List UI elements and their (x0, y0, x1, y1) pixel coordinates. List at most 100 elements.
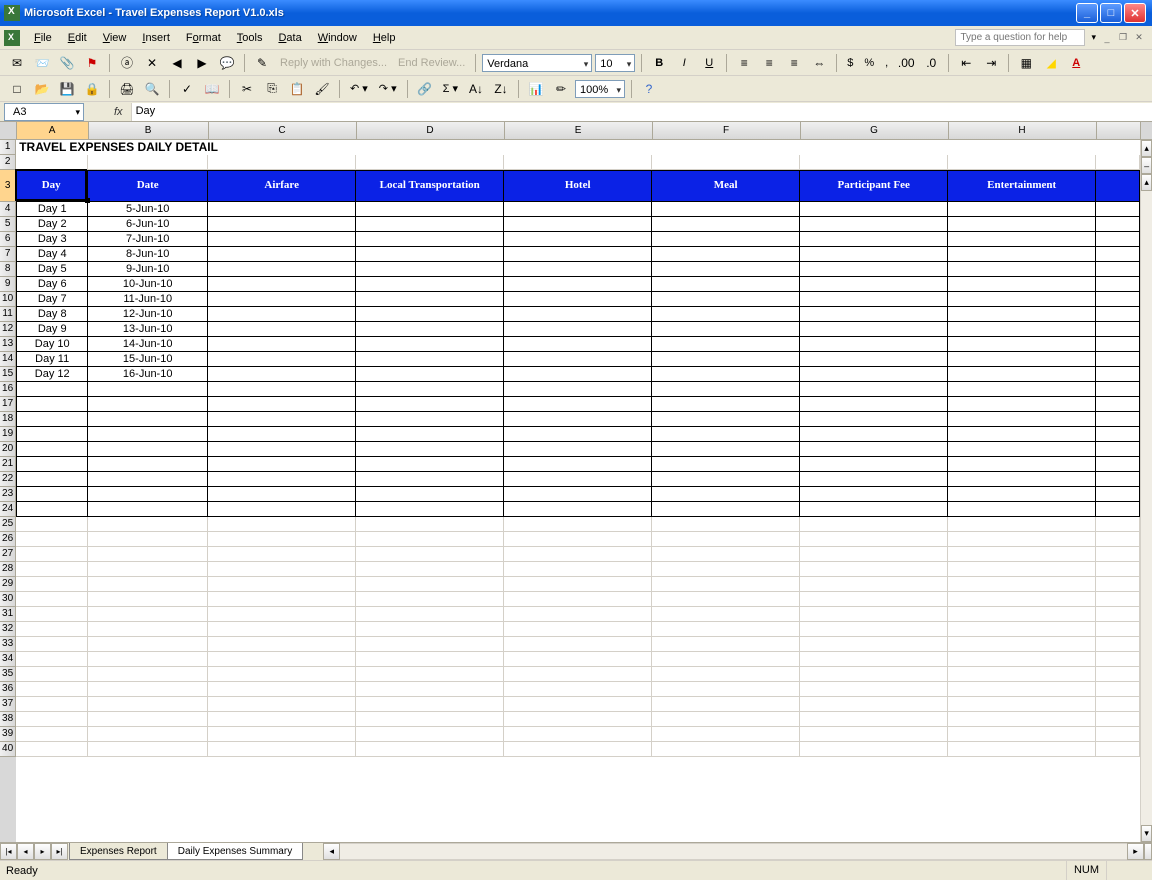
underline-button[interactable]: U (698, 52, 720, 74)
horizontal-scrollbar[interactable]: ◂ ▸ (323, 843, 1152, 860)
sheet-tab-expenses-report[interactable]: Expenses Report (69, 843, 168, 860)
cell-day[interactable]: Day 8 (16, 307, 88, 322)
font-color-button[interactable]: A (1065, 52, 1087, 74)
hscroll-left-icon[interactable]: ◂ (323, 843, 340, 860)
fx-label[interactable]: fx (114, 106, 123, 118)
row-header-6[interactable]: 6 (0, 232, 16, 247)
row-header-20[interactable]: 20 (0, 442, 16, 457)
menu-edit[interactable]: Edit (60, 29, 95, 47)
vertical-scrollbar[interactable]: ▴ – ▴ ▾ (1140, 140, 1152, 842)
row-header-4[interactable]: 4 (0, 202, 16, 217)
chart-wizard-icon[interactable]: 📊 (525, 78, 547, 100)
row-header-8[interactable]: 8 (0, 262, 16, 277)
borders-button[interactable]: ▦ (1015, 52, 1037, 74)
tab-nav-prev[interactable]: ◂ (17, 843, 34, 860)
cell-day[interactable]: Day 6 (16, 277, 88, 292)
cell-day[interactable]: Day 9 (16, 322, 88, 337)
comma-button[interactable]: , (881, 52, 892, 74)
help-icon[interactable]: ? (638, 78, 660, 100)
sort-desc-icon[interactable]: Z↓ (490, 78, 512, 100)
redo-button[interactable]: ↷ ▾ (375, 78, 401, 100)
cell-date[interactable]: 12-Jun-10 (88, 307, 208, 322)
attach-icon[interactable]: 📎 (56, 52, 78, 74)
mdi-close-button[interactable]: ✕ (1132, 31, 1146, 45)
menu-view[interactable]: View (95, 29, 135, 47)
col-header-I[interactable] (1097, 122, 1141, 139)
menu-data[interactable]: Data (270, 29, 309, 47)
new-mail-icon[interactable]: ✉ (6, 52, 28, 74)
cell-date[interactable]: 16-Jun-10 (88, 367, 208, 382)
row-header-32[interactable]: 32 (0, 622, 16, 637)
row-header-16[interactable]: 16 (0, 382, 16, 397)
currency-button[interactable]: $ (843, 52, 857, 74)
fill-color-button[interactable]: ◢ (1040, 52, 1062, 74)
row-header-26[interactable]: 26 (0, 532, 16, 547)
row-header-15[interactable]: 15 (0, 367, 16, 382)
decrease-decimal-button[interactable]: .0 (920, 52, 942, 74)
cell-day[interactable]: Day 1 (16, 202, 88, 217)
col-header-B[interactable]: B (89, 122, 209, 139)
mdi-restore-button[interactable]: ❐ (1116, 31, 1130, 45)
row-header-34[interactable]: 34 (0, 652, 16, 667)
align-center-button[interactable]: ≡ (758, 52, 780, 74)
cell-date[interactable]: 13-Jun-10 (88, 322, 208, 337)
row-header-21[interactable]: 21 (0, 457, 16, 472)
autosum-button[interactable]: Σ ▾ (439, 78, 462, 100)
row-header-5[interactable]: 5 (0, 217, 16, 232)
row-header-9[interactable]: 9 (0, 277, 16, 292)
col-header-H[interactable]: H (949, 122, 1097, 139)
tab-nav-next[interactable]: ▸ (34, 843, 51, 860)
cell-day[interactable]: Day 11 (16, 352, 88, 367)
cut-icon[interactable]: ✂ (236, 78, 258, 100)
italic-button[interactable]: I (673, 52, 695, 74)
col-header-C[interactable]: C (209, 122, 357, 139)
row-header-1[interactable]: 1 (0, 140, 16, 155)
row-header-31[interactable]: 31 (0, 607, 16, 622)
menu-file[interactable]: File (26, 29, 60, 47)
scroll-up-arrow-icon[interactable]: ▴ (1141, 140, 1152, 157)
align-left-button[interactable]: ≡ (733, 52, 755, 74)
flag-icon[interactable]: ⚑ (81, 52, 103, 74)
delete-comment-icon[interactable]: ✕ (141, 52, 163, 74)
mdi-minimize-button[interactable]: _ (1100, 31, 1114, 45)
open-icon[interactable]: 📂 (31, 78, 53, 100)
row-header-24[interactable]: 24 (0, 502, 16, 517)
row-header-3[interactable]: 3 (0, 170, 16, 202)
hscroll-right-icon[interactable]: ▸ (1127, 843, 1144, 860)
row-header-27[interactable]: 27 (0, 547, 16, 562)
save-icon[interactable]: 💾 (56, 78, 78, 100)
cell-date[interactable]: 11-Jun-10 (88, 292, 208, 307)
percent-button[interactable]: % (860, 52, 878, 74)
menu-format[interactable]: Format (178, 29, 229, 47)
col-header-G[interactable]: G (801, 122, 949, 139)
cell-day[interactable]: Day 4 (16, 247, 88, 262)
cell-day[interactable]: Day 2 (16, 217, 88, 232)
cell-date[interactable]: 7-Jun-10 (88, 232, 208, 247)
spelling-icon[interactable]: ✓ (176, 78, 198, 100)
row-header-22[interactable]: 22 (0, 472, 16, 487)
menu-tools[interactable]: Tools (229, 29, 271, 47)
row-header-38[interactable]: 38 (0, 712, 16, 727)
col-header-E[interactable]: E (505, 122, 653, 139)
row-header-40[interactable]: 40 (0, 742, 16, 757)
row-header-23[interactable]: 23 (0, 487, 16, 502)
track-changes-icon[interactable]: ✎ (251, 52, 273, 74)
decrease-indent-button[interactable]: ⇤ (955, 52, 977, 74)
cell-area[interactable]: TRAVEL EXPENSES DAILY DETAILDayDateAirfa… (16, 140, 1140, 842)
help-search-input[interactable] (955, 29, 1085, 46)
menu-window[interactable]: Window (310, 29, 365, 47)
print-preview-icon[interactable]: 🔍 (141, 78, 163, 100)
undo-button[interactable]: ↶ ▾ (346, 78, 372, 100)
cell-date[interactable]: 6-Jun-10 (88, 217, 208, 232)
row-header-17[interactable]: 17 (0, 397, 16, 412)
tab-nav-first[interactable]: |◂ (0, 843, 17, 860)
col-header-A[interactable]: A (17, 122, 89, 139)
cell-date[interactable]: 5-Jun-10 (88, 202, 208, 217)
row-header-12[interactable]: 12 (0, 322, 16, 337)
row-header-19[interactable]: 19 (0, 427, 16, 442)
select-all-corner[interactable] (0, 122, 17, 140)
merge-center-button[interactable]: ⇔ (808, 52, 830, 74)
next-comment-icon[interactable]: ▶ (191, 52, 213, 74)
menu-help[interactable]: Help (365, 29, 404, 47)
copy-icon[interactable]: ⎘ (261, 78, 283, 100)
